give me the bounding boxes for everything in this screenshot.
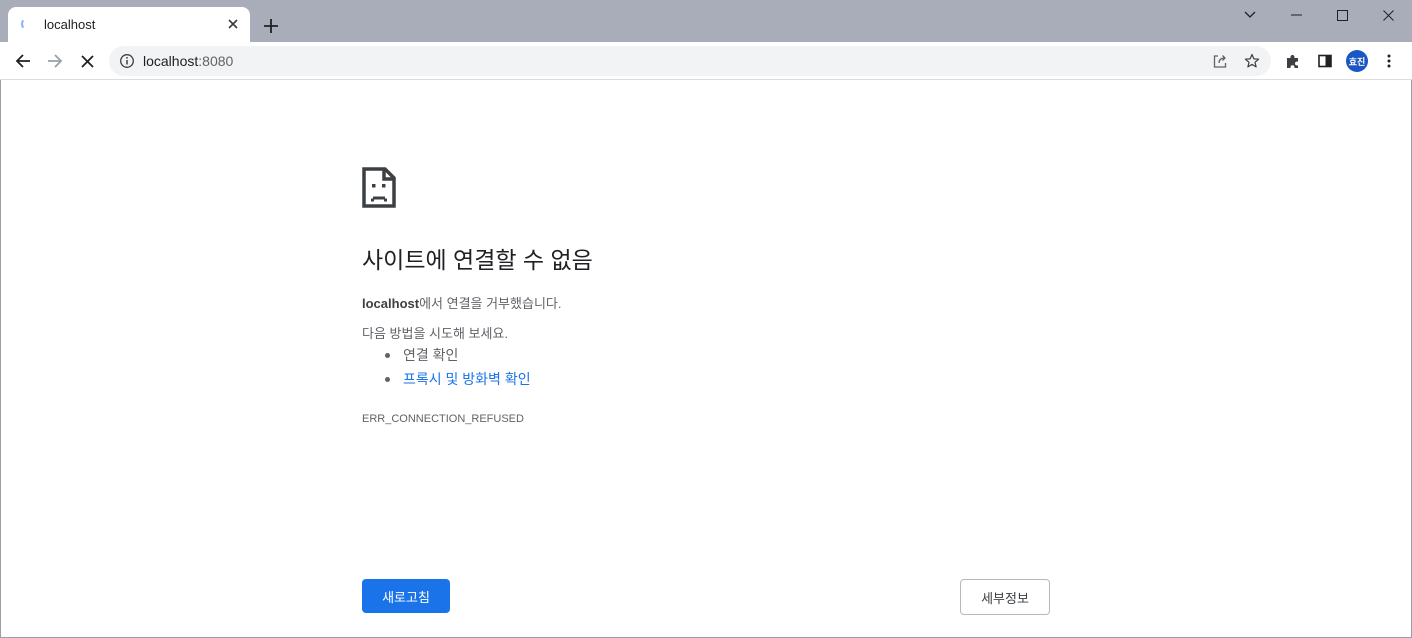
browser-tab[interactable]: localhost [8,7,250,42]
browser-menu-button[interactable] [1375,47,1403,75]
star-icon[interactable] [1242,51,1262,71]
chevron-down-icon [1244,11,1256,18]
puzzle-icon [1287,55,1298,68]
new-tab-button[interactable] [259,14,283,38]
error-refused-text: 에서 연결을 거부했습니다. [419,296,562,311]
suggestions-list: 연결 확인 프록시 및 방화벽 확인 [362,344,531,392]
browser-toolbar: localhost:8080 효진 [0,42,1412,80]
maximize-icon [1336,9,1348,21]
info-icon[interactable] [119,53,135,69]
suggestion-check-proxy-link[interactable]: 프록시 및 방화벽 확인 [403,371,531,387]
arrow-right-icon [48,54,63,68]
tab-title: localhost [44,17,96,32]
address-bar[interactable]: localhost:8080 [109,46,1271,76]
suggestions-title: 다음 방법을 시도해 보세요. [362,326,509,341]
side-panel-icon [1318,54,1332,68]
error-host: localhost [362,296,420,311]
details-button[interactable]: 세부정보 [960,579,1050,615]
kebab-menu-icon [1387,54,1391,68]
share-icon[interactable] [1210,51,1230,71]
loading-spinner-icon [21,18,33,30]
tab-close-icon[interactable] [224,15,242,33]
profile-avatar[interactable]: 효진 [1346,50,1368,72]
extensions-button[interactable] [1279,47,1307,75]
page-content [0,80,1412,638]
maximize-button[interactable] [1319,0,1365,30]
minimize-button[interactable] [1273,0,1319,30]
sad-page-icon [362,167,396,208]
stop-loading-button[interactable] [73,47,101,75]
arrow-left-icon [15,54,30,68]
list-item: 연결 확인 [362,344,531,368]
close-window-button[interactable] [1365,0,1411,30]
reload-button[interactable]: 새로고침 [362,579,450,613]
tab-strip: localhost [0,0,1412,42]
error-heading: 사이트에 연결할 수 없음 [362,247,593,273]
back-button[interactable] [9,47,37,75]
error-description: localhost에서 연결을 거부했습니다. [362,293,561,312]
error-code: ERR_CONNECTION_REFUSED [362,413,524,425]
list-item: 프록시 및 방화벽 확인 [362,368,531,392]
suggestion-check-connection: 연결 확인 [403,347,459,363]
url-host: localhost [143,53,199,69]
close-icon [80,54,94,68]
minimize-icon [1290,14,1302,16]
close-icon [1382,9,1394,21]
tab-search-button[interactable] [1227,0,1273,30]
plus-icon [264,19,278,33]
forward-button[interactable] [41,47,69,75]
url-text[interactable]: localhost:8080 [143,53,233,69]
url-port: :8080 [198,53,234,69]
side-panel-button[interactable] [1311,47,1339,75]
